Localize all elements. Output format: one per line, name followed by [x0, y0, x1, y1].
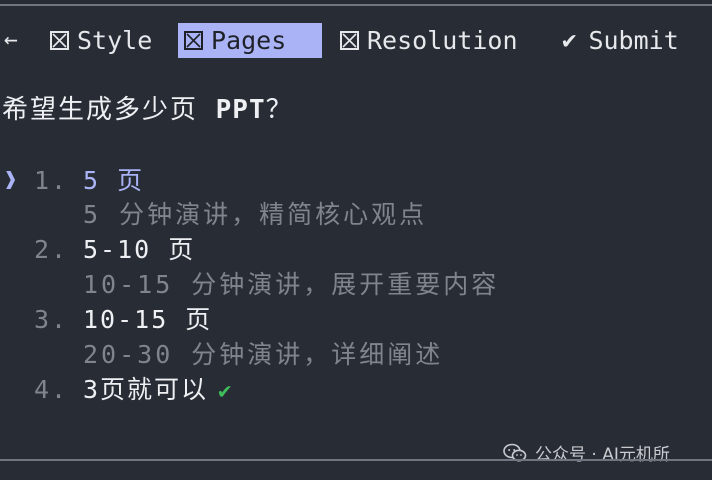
unchecked-box-icon: [184, 31, 203, 50]
option-number: 1.: [34, 166, 69, 195]
option-description: 20-30 分钟演讲，详细阐述: [83, 340, 444, 369]
option-label: 3页就可以 ✔: [83, 373, 233, 409]
arrow-left-icon: ←: [4, 27, 18, 53]
top-divider: [0, 4, 712, 6]
tab-submit-label: Submit: [588, 26, 679, 55]
option-label: 5 页: [83, 166, 145, 195]
tab-style-label: Style: [77, 26, 153, 55]
question-prompt: 希望生成多少页 PPT？: [2, 92, 294, 128]
bottom-divider: [0, 459, 712, 461]
custom-answer-text: 3页就可以: [83, 375, 209, 404]
watermark-text: 公众号 · AI元机所: [535, 445, 670, 465]
option-number: 3.: [34, 305, 69, 334]
question-suffix: ？: [265, 95, 294, 125]
selection-pointer-icon: ❱: [4, 168, 18, 193]
tab-resolution[interactable]: Resolution: [334, 23, 524, 58]
tab-style[interactable]: Style: [44, 23, 158, 58]
tab-resolution-label: Resolution: [367, 26, 518, 55]
checkmark-icon: ✔: [218, 379, 234, 404]
tab-bar: ← Style Pages Resolution ✔ Submit: [0, 23, 712, 58]
tab-pages[interactable]: Pages: [178, 23, 322, 58]
tab-pages-label: Pages: [211, 26, 287, 55]
watermark: 公众号 · AI元机所: [503, 440, 670, 465]
question-bold: PPT: [215, 95, 266, 125]
question-prefix: 希望生成多少页: [2, 95, 216, 125]
back-button[interactable]: ←: [0, 23, 22, 58]
option-label: 10-15 页: [83, 305, 213, 334]
option-label: 5-10 页: [83, 235, 196, 264]
option-number: 4.: [34, 375, 69, 404]
tab-submit[interactable]: ✔ Submit: [556, 23, 685, 58]
checkmark-icon: ✔: [562, 26, 577, 54]
option-number: 2.: [34, 235, 69, 264]
unchecked-box-icon: [340, 31, 359, 50]
option-description: 10-15 分钟演讲，展开重要内容: [83, 270, 500, 299]
option-description: 5 分钟演讲，精简核心观点: [83, 200, 428, 229]
unchecked-box-icon: [50, 31, 69, 50]
